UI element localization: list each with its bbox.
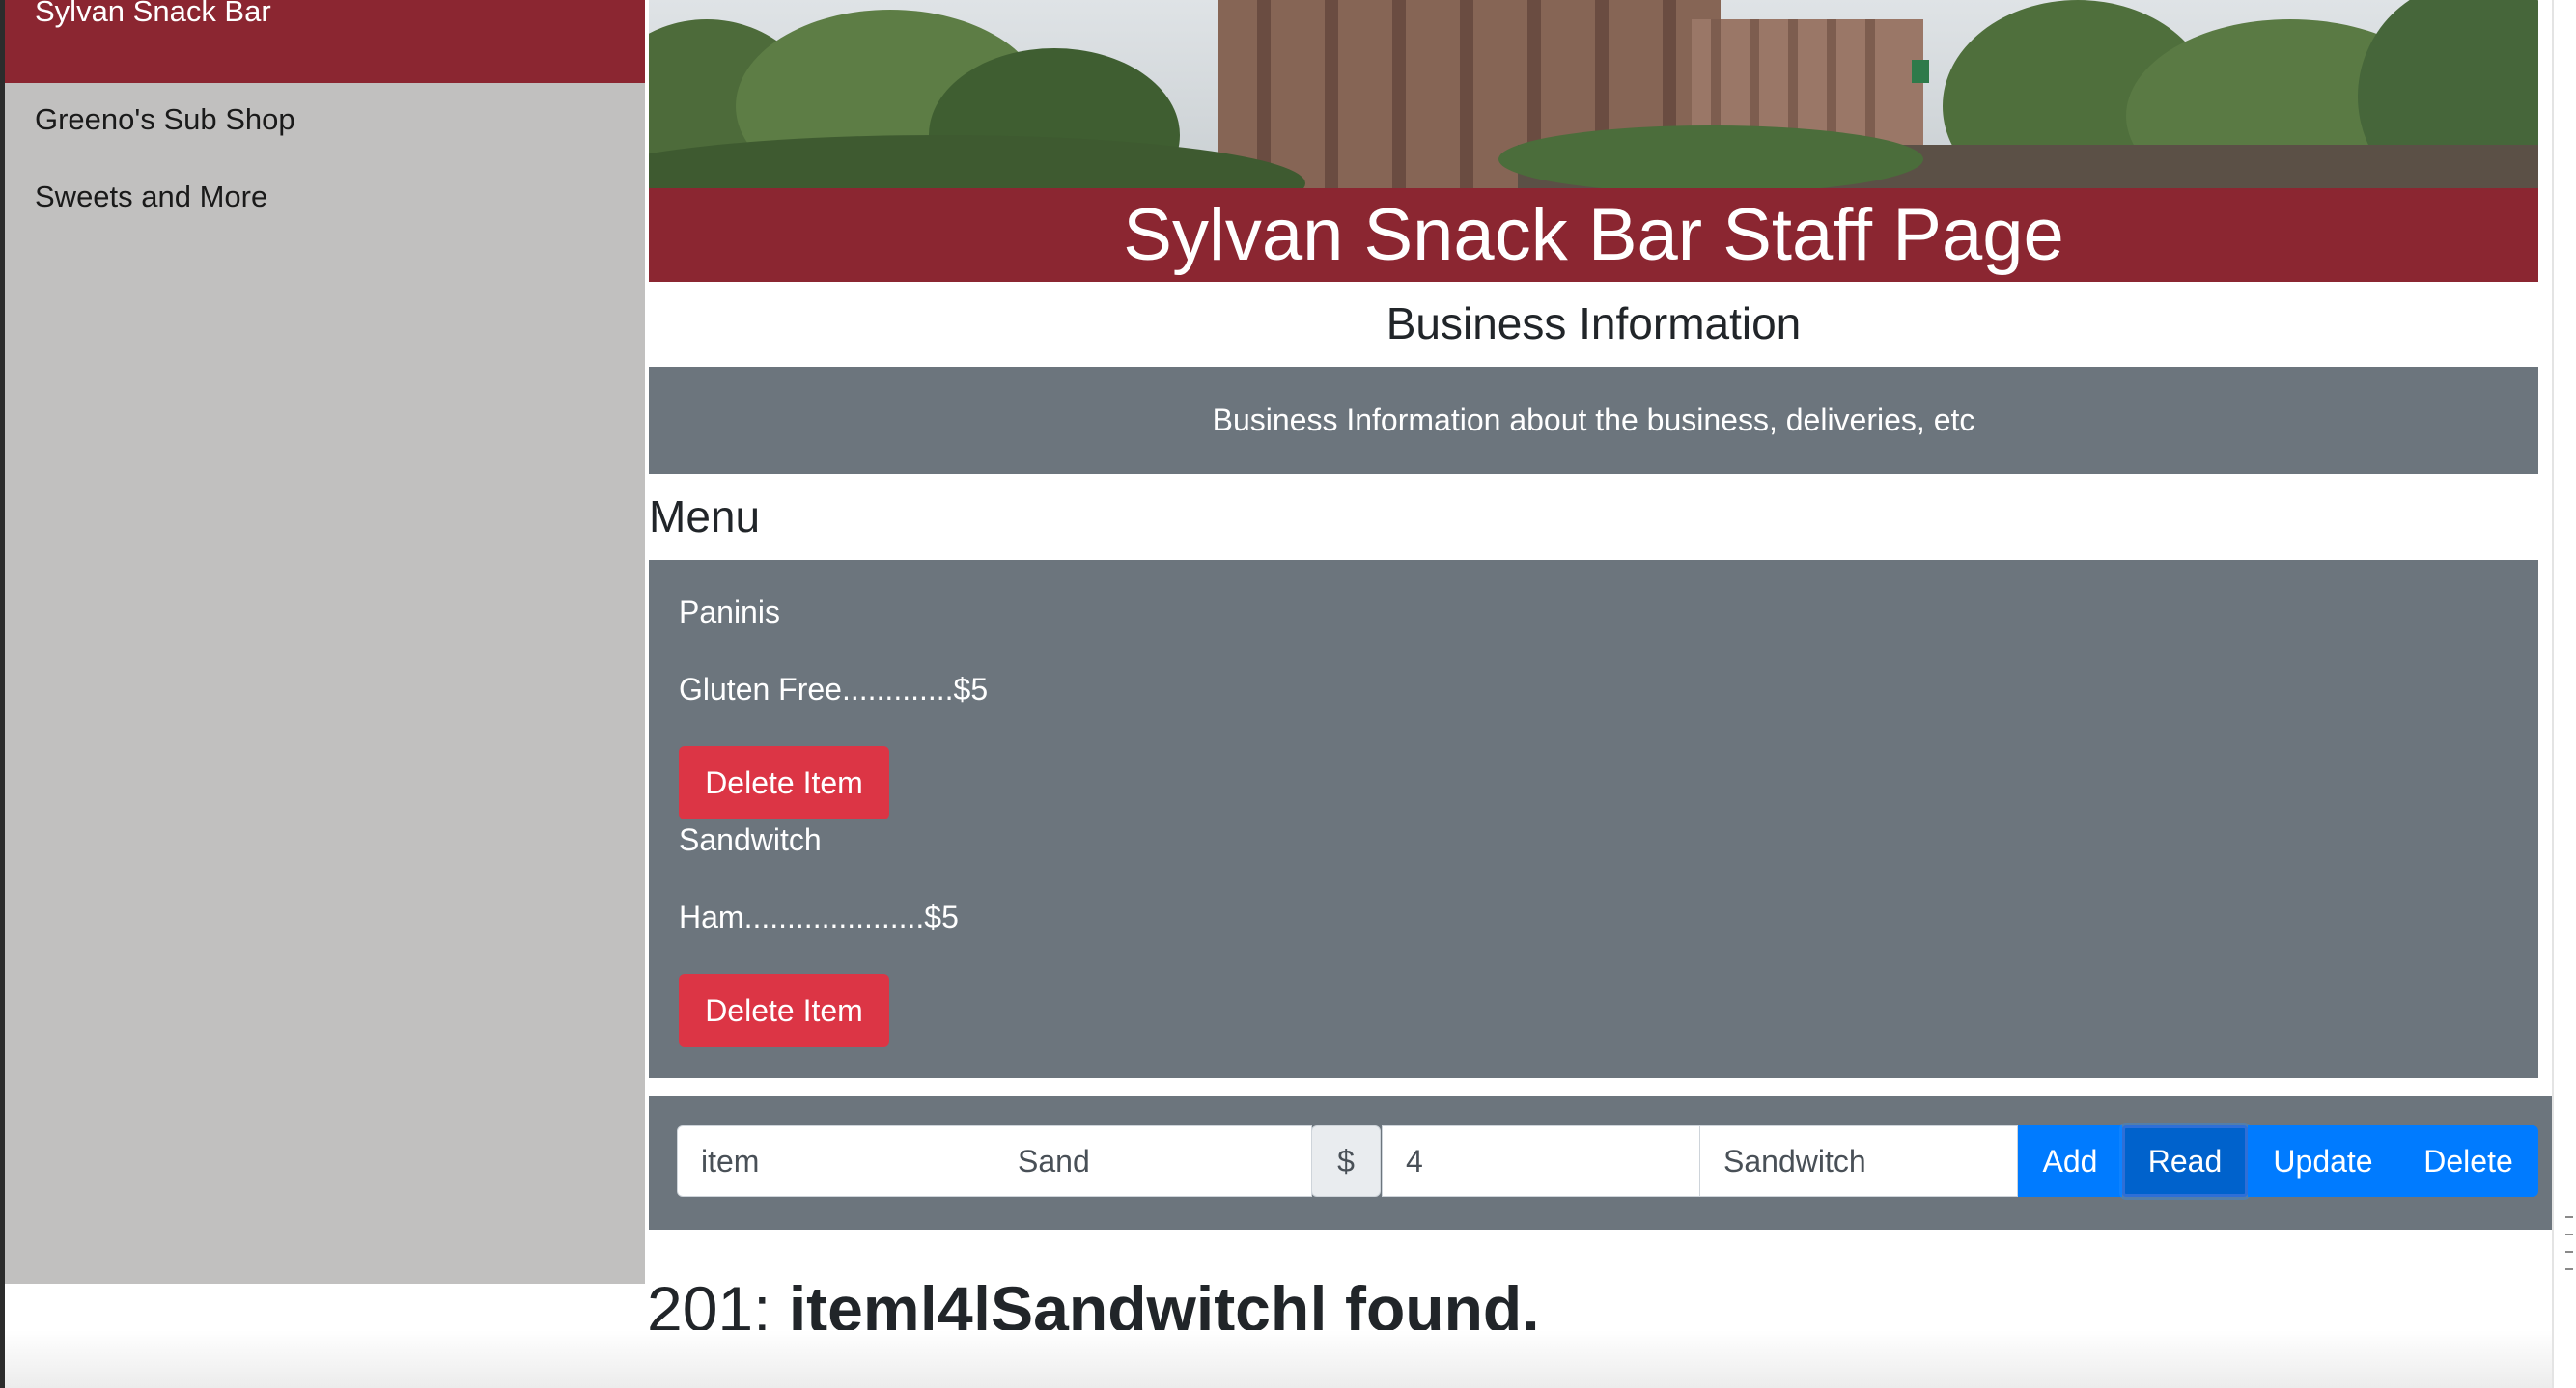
scroll-tick	[2565, 1268, 2573, 1270]
sidebar-item-sylvan-snack-bar[interactable]: Sylvan Snack Bar	[5, 0, 645, 83]
delete-item-button[interactable]: Delete Item	[679, 746, 889, 819]
page-title: Sylvan Snack Bar Staff Page	[1123, 193, 2064, 276]
menu-item: Gluten Free.............$5	[679, 672, 989, 707]
delete-button[interactable]: Delete	[2398, 1125, 2538, 1197]
menu-item: Ham.....................$5	[679, 900, 959, 934]
scroll-tick	[2565, 1216, 2573, 1218]
category-input[interactable]: Sandwitch	[1699, 1125, 2018, 1197]
add-button[interactable]: Add	[2018, 1125, 2122, 1197]
menu-heading: Menu	[649, 491, 761, 541]
read-button[interactable]: Read	[2122, 1125, 2248, 1197]
currency-addon: $	[1311, 1125, 1381, 1197]
page-header: Sylvan Snack Bar Staff Page	[649, 188, 2538, 282]
scroll-tick	[2565, 1251, 2573, 1253]
menu-category: Paninis	[679, 595, 780, 629]
menu-panel: Paninis Gluten Free.............$5 Delet…	[649, 560, 2538, 1078]
right-scroll-edge	[2552, 0, 2576, 1388]
menu-category: Sandwitch	[679, 822, 822, 857]
update-button[interactable]: Update	[2248, 1125, 2398, 1197]
sidebar-item-label: Sylvan Snack Bar	[35, 0, 271, 28]
price-input[interactable]: 4	[1382, 1125, 1700, 1197]
business-info-heading: Business Information	[1386, 298, 1802, 348]
sidebar-item-sweets-and-more[interactable]: Sweets and More	[35, 180, 267, 214]
page: Sylvan Snack Bar Greeno's Sub Shop Sweet…	[0, 0, 2576, 1388]
item-name-input[interactable]: Sand	[994, 1125, 1312, 1197]
scroll-tick	[2565, 1234, 2573, 1235]
item-type-input[interactable]: item	[677, 1125, 995, 1197]
item-form: item Sand $ 4 Sandwitch Add Read Update …	[649, 1096, 2570, 1230]
business-info-panel: Business Information about the business,…	[649, 367, 2538, 474]
hero-image	[649, 0, 2538, 188]
business-info-text: Business Information about the business,…	[1212, 403, 1975, 437]
delete-item-button[interactable]: Delete Item	[679, 974, 889, 1047]
bottom-shadow	[5, 1330, 2552, 1388]
sidebar-item-greenos-sub-shop[interactable]: Greeno's Sub Shop	[35, 102, 295, 137]
